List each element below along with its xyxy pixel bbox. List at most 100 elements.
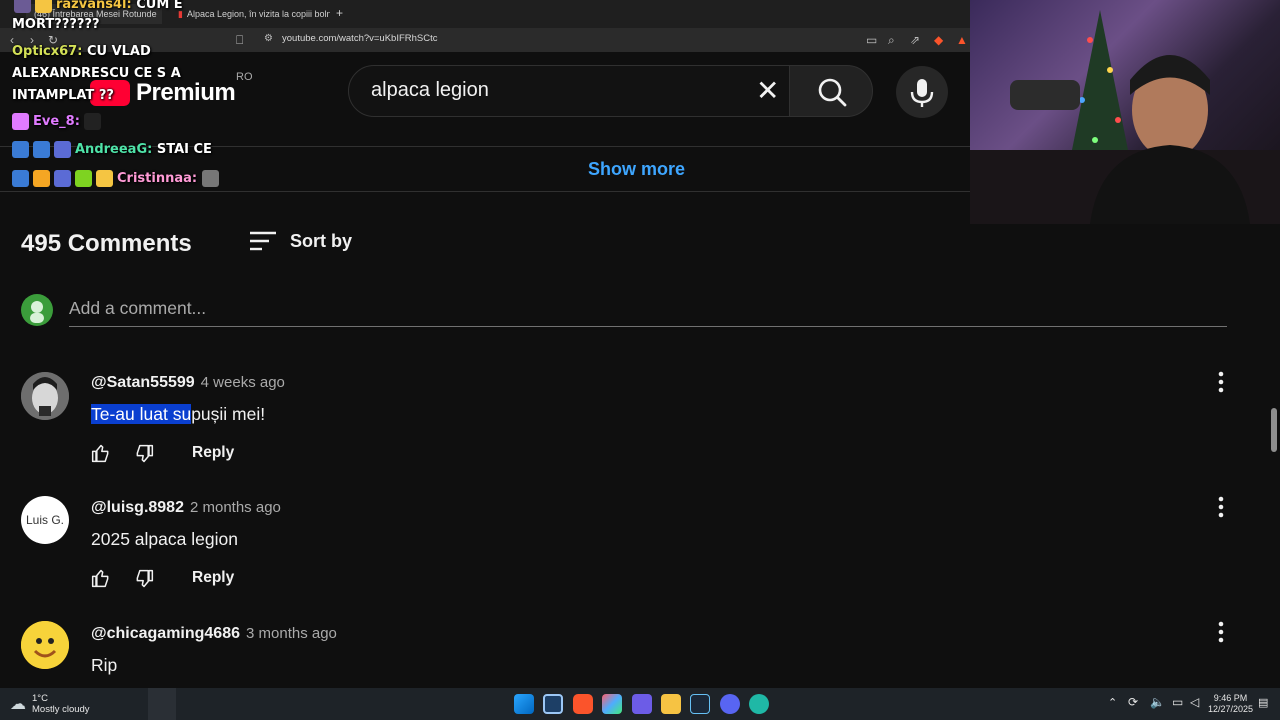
comment-time[interactable]: 3 months ago [246,625,337,642]
weather-widget[interactable]: 1°C Mostly cloudy [32,693,90,715]
new-tab-button[interactable]: + [336,6,343,20]
chat-message: ALEXANDRESCU CE S A [12,66,181,81]
comment-text: 2025 alpaca legion [91,529,238,549]
chat-text: MORT?????? [12,17,100,32]
zoom-icon[interactable]: ⌕ [888,33,895,48]
bookmark-icon[interactable]: ⎕ [236,33,243,48]
avatar[interactable] [21,372,69,420]
cast-icon[interactable]: ▭ [866,33,877,47]
emote-icon [84,113,102,130]
sort-icon[interactable] [249,230,277,257]
scrollbar-thumb[interactable] [1271,408,1277,452]
file-explorer-icon[interactable] [661,694,681,714]
chat-message: Cristinnaa: [12,170,223,187]
add-comment-underline [69,326,1227,327]
windows-start-icon[interactable] [514,694,534,714]
youtube-region: RO [236,71,253,83]
microphone-icon [910,79,934,107]
brave-shield-icon[interactable]: ◆ [934,33,943,47]
network-icon[interactable]: ▭ [1172,695,1183,709]
avatar[interactable] [21,621,69,669]
chat-text: INTAMPLAT ?? [12,88,114,103]
search-button[interactable] [789,65,873,117]
voice-search-button[interactable] [896,66,948,118]
brave-browser-icon[interactable] [573,694,593,714]
thumbs-down-icon [136,444,154,463]
volume-icon[interactable]: 🔈 [1150,695,1165,709]
discord-icon[interactable] [720,694,740,714]
comment-time[interactable]: 4 weeks ago [201,374,285,391]
thumbs-down-icon [136,569,154,588]
chat-badge-icon [12,141,29,158]
like-button[interactable] [91,568,111,593]
speaker-icon[interactable]: ◁ [1190,695,1199,709]
show-more-button[interactable]: Show more [588,159,685,180]
chat-badge-icon [33,170,50,187]
clock-time: 9:46 PM [1213,693,1248,703]
site-info-icon[interactable]: ⚙ [264,33,273,44]
obs-icon[interactable] [632,694,652,714]
browser-tab[interactable]: ▮ Alpaca Legion, în vizita la copiii bol… [170,4,330,24]
url-field[interactable]: youtube.com/watch?v=uKbIFRhSCtc [282,33,438,44]
chat-message: Eve_8: [12,113,105,130]
task-view-icon[interactable] [543,694,563,714]
comment-header: @Satan55599 4 weeks ago [91,374,285,392]
share-icon[interactable]: ⇗ [910,33,920,47]
emote-icon [201,170,219,187]
avatar-initials: Luis G. [25,513,64,527]
comment-author[interactable]: @chicagaming4686 [91,625,240,642]
chat-text: CUM E [136,0,183,12]
chat-badge-icon [33,141,50,158]
sync-icon[interactable]: ⟳ [1128,695,1138,709]
chat-username: Opticx67: [12,44,83,59]
chat-username: Cristinnaa: [117,171,198,186]
chat-text: CU VLAD [86,44,151,59]
comment-header: @luisg.8982 2 months ago [91,499,281,517]
chat-badge-icon [14,0,31,13]
chevron-up-icon[interactable]: ⌃ [1108,696,1117,709]
chat-text: STAI CE [156,142,212,157]
comment-header: @chicagaming4686 3 months ago [91,625,337,643]
comment-author[interactable]: @luisg.8982 [91,499,184,516]
chat-badge-icon [96,170,113,187]
app-icon[interactable] [602,694,622,714]
streamer-camera-image [970,10,1280,224]
youtube-logo-text[interactable]: Premium [136,79,236,107]
comment-menu-icon[interactable] [1216,620,1226,647]
clock-date: 12/27/2025 [1208,704,1254,714]
notification-icon[interactable]: ▤ [1258,696,1268,709]
chat-message: INTAMPLAT ?? [12,88,114,103]
reply-button[interactable]: Reply [192,444,234,462]
tab-label: Alpaca Legion, în vizita la copiii bolna… [186,9,330,19]
avatar [21,294,53,326]
steam-icon[interactable] [690,694,710,714]
search-input[interactable]: alpaca legion [371,79,489,102]
dislike-button[interactable] [134,444,154,469]
comment-text-rest: pușii mei! [191,404,266,424]
add-comment-input[interactable]: Add a comment... [69,298,206,319]
comments-count: 495 Comments [21,230,192,257]
dislike-button[interactable] [134,569,154,594]
app-icon[interactable] [749,694,769,714]
brave-rewards-icon[interactable]: ▲ [956,33,968,47]
chat-message: Opticx67: CU VLAD [12,44,151,59]
weather-icon[interactable]: ☁ [10,694,26,714]
chat-username: AndreeaG: [75,142,153,157]
chat-badge-icon [54,141,71,158]
weather-temperature: 1°C [32,693,48,704]
comment-menu-icon[interactable] [1216,370,1226,397]
like-button[interactable] [91,443,111,468]
comment-menu-icon[interactable] [1216,495,1226,522]
search-icon [818,78,847,107]
avatar[interactable]: Luis G. [21,496,69,544]
chat-message: MORT?????? [12,17,100,32]
chat-text: ALEXANDRESCU CE S A [12,66,181,81]
sort-by-button[interactable]: Sort by [290,231,352,252]
clock[interactable]: 9:46 PM 12/27/2025 [1208,693,1253,715]
reply-button[interactable]: Reply [192,569,234,587]
clear-search-icon[interactable]: ✕ [756,77,779,105]
chat-badge-icon [35,0,52,13]
comment-author[interactable]: @Satan55599 [91,374,195,391]
comment-time[interactable]: 2 months ago [190,499,281,516]
divider [0,191,970,192]
